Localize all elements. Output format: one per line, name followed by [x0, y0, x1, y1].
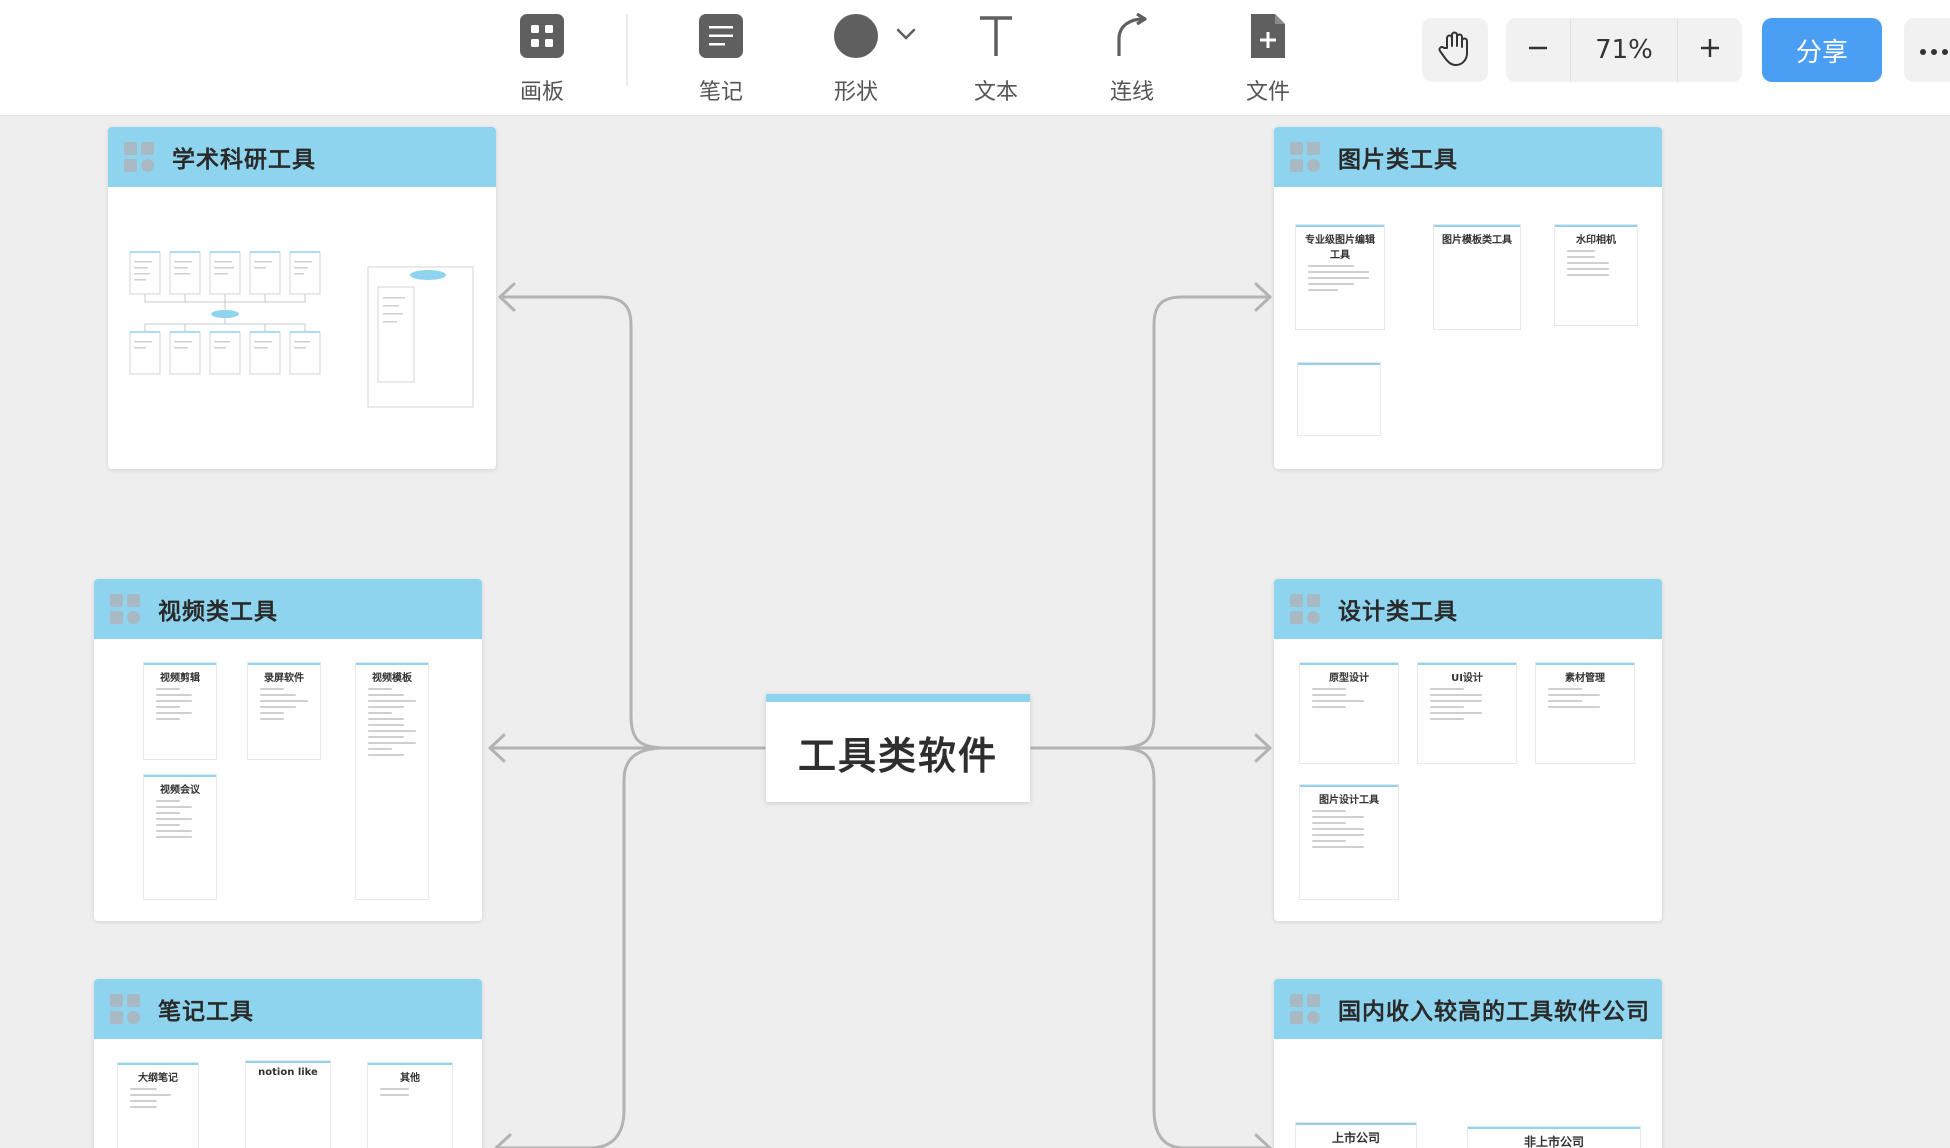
tool-board-label: 画板 [519, 80, 564, 105]
circle-shape-icon [826, 6, 886, 66]
frame-header: 视频类工具 [94, 579, 482, 639]
zoom-control: 71% [1506, 18, 1742, 82]
more-options-button[interactable] [1904, 18, 1950, 82]
frame-title: 视频类工具 [158, 599, 278, 625]
plus-icon [1698, 36, 1722, 64]
note-title: notion like [258, 1067, 318, 1078]
frame-grid-icon [1290, 994, 1320, 1024]
zoom-level[interactable]: 71% [1570, 18, 1678, 82]
note-card[interactable]: 录屏软件 [248, 663, 320, 759]
frame-title: 设计类工具 [1338, 599, 1458, 625]
tool-shape-label: 形状 [833, 80, 878, 105]
frame-design-tools[interactable]: 设计类工具 原型设计 UI设计 素材管理 图片设计工具 [1274, 579, 1662, 921]
frame-title: 国内收入较高的工具软件公司 [1338, 999, 1650, 1025]
frame-title: 图片类工具 [1338, 147, 1458, 173]
frame-academic-tools[interactable]: 学术科研工具 [108, 127, 496, 469]
note-card[interactable]: 其他 [368, 1063, 452, 1148]
note-card[interactable]: 水印相机 [1555, 225, 1637, 325]
tool-board[interactable]: 画板 [487, 6, 597, 106]
note-title: 上市公司 [1331, 1131, 1380, 1145]
note-title: 大纲笔记 [138, 1073, 178, 1084]
note-title: 视频模板 [372, 673, 412, 684]
frame-title: 笔记工具 [158, 999, 254, 1025]
tool-file[interactable]: 文件 [1213, 6, 1323, 106]
note-title: 图片模板类工具 [1442, 235, 1512, 246]
tool-connector-label: 连线 [1109, 80, 1154, 105]
note-title: 图片设计工具 [1319, 795, 1379, 806]
note-title: 专业级图片编辑工具 [1305, 235, 1375, 261]
frame-grid-icon [124, 142, 154, 172]
frame-grid-icon [110, 994, 140, 1024]
mindmap-thumbnail [129, 251, 474, 408]
note-card[interactable]: notion like [246, 1061, 330, 1148]
frame-header: 图片类工具 [1274, 127, 1662, 187]
note-card[interactable]: 素材管理 [1536, 663, 1634, 763]
note-card[interactable]: 图片模板类工具 [1434, 225, 1520, 329]
tool-text-label: 文本 [973, 80, 1018, 105]
note-card[interactable]: 非上市公司 [1468, 1127, 1640, 1148]
more-icon [1919, 41, 1949, 60]
toolbar-divider [626, 14, 628, 86]
frame-note-tools[interactable]: 笔记工具 大纲笔记 notion like 其他 [94, 979, 482, 1148]
hand-icon [1438, 30, 1472, 70]
frame-header: 设计类工具 [1274, 579, 1662, 639]
top-toolbar: 画板 笔记 形状 文本 连线 文件 71% 分享 [0, 0, 1950, 116]
zoom-out-button[interactable] [1506, 18, 1570, 82]
note-card[interactable]: 视频剪辑 [144, 663, 216, 759]
note-title: 视频会议 [160, 785, 200, 796]
hand-tool-button[interactable] [1422, 18, 1488, 82]
note-title: 视频剪辑 [160, 673, 200, 684]
note-title: UI设计 [1451, 673, 1483, 684]
frame-image-tools[interactable]: 图片类工具 专业级图片编辑工具 图片模板类工具 水印相机 [1274, 127, 1662, 469]
frame-grid-icon [110, 594, 140, 624]
frame-video-tools[interactable]: 视频类工具 视频剪辑 录屏软件 视频模板 视频会议 [94, 579, 482, 921]
frame-header: 笔记工具 [94, 979, 482, 1039]
note-title: 非上市公司 [1523, 1135, 1584, 1148]
note-title: 水印相机 [1576, 235, 1616, 246]
note-title: 素材管理 [1565, 673, 1605, 684]
board-icon [512, 6, 572, 66]
tool-file-label: 文件 [1245, 80, 1290, 105]
frame-grid-icon [1290, 594, 1320, 624]
tool-text[interactable]: 文本 [941, 6, 1051, 106]
frame-header: 学术科研工具 [108, 127, 496, 187]
frame-grid-icon [1290, 142, 1320, 172]
center-node-title: 工具类软件 [797, 733, 998, 778]
add-file-icon [1238, 6, 1298, 66]
frame-title: 学术科研工具 [172, 147, 316, 173]
note-title: 其他 [400, 1073, 420, 1084]
frame-thumbnail [108, 187, 496, 469]
text-icon [966, 6, 1026, 66]
note-title: 原型设计 [1329, 673, 1369, 684]
share-button[interactable]: 分享 [1762, 18, 1882, 82]
mindmap-center-node[interactable]: 工具类软件 [766, 694, 1030, 802]
note-card[interactable]: UI设计 [1418, 663, 1516, 763]
tool-note[interactable]: 笔记 [666, 6, 776, 106]
note-card[interactable]: 视频会议 [144, 775, 216, 899]
note-card[interactable]: 图片设计工具 [1300, 785, 1398, 899]
note-card[interactable]: 视频模板 [356, 663, 428, 899]
note-card[interactable]: 上市公司 [1296, 1123, 1416, 1148]
note-card[interactable] [1298, 363, 1380, 435]
note-card[interactable]: 专业级图片编辑工具 [1296, 225, 1384, 329]
tool-note-label: 笔记 [698, 80, 743, 105]
zoom-in-button[interactable] [1678, 18, 1742, 82]
note-title: 录屏软件 [264, 673, 304, 684]
frame-header: 国内收入较高的工具软件公司 [1274, 979, 1662, 1039]
note-card[interactable]: 原型设计 [1300, 663, 1398, 763]
minus-icon [1526, 36, 1550, 64]
note-icon [691, 6, 751, 66]
note-card[interactable]: 大纲笔记 [118, 1063, 198, 1148]
tool-shape[interactable]: 形状 [801, 6, 911, 106]
chevron-down-icon[interactable] [894, 22, 918, 46]
frame-top-revenue-companies[interactable]: 国内收入较高的工具软件公司 上市公司 非上市公司 [1274, 979, 1662, 1148]
connector-icon [1102, 6, 1162, 66]
tool-connector[interactable]: 连线 [1077, 6, 1187, 106]
